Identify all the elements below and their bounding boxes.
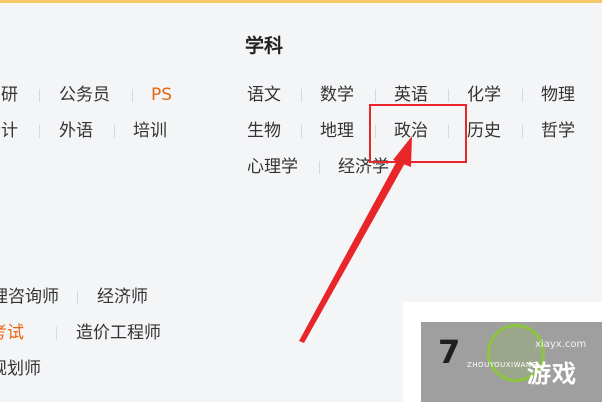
- category-link-counselor[interactable]: 理咨询师: [0, 286, 59, 308]
- subject-link-chinese[interactable]: 语文: [247, 84, 281, 106]
- separator: [39, 89, 40, 102]
- subject-link-english[interactable]: 英语: [394, 84, 428, 106]
- separator: [114, 125, 115, 138]
- subject-link-psychology[interactable]: 心理学: [247, 156, 298, 178]
- separator: [77, 291, 78, 304]
- watermark-game-text: 游戏: [527, 360, 577, 388]
- separator: [375, 89, 376, 102]
- category-link-civil-servant[interactable]: 公务员: [59, 84, 110, 106]
- subject-heading: 学科: [245, 35, 284, 57]
- separator: [375, 125, 376, 138]
- separator: [301, 125, 302, 138]
- category-link-accounting[interactable]: 会计: [0, 120, 18, 142]
- subject-link-physics[interactable]: 物理: [541, 84, 575, 106]
- watermark-number: 7: [438, 333, 461, 371]
- category-link-foreign-language[interactable]: 外语: [59, 120, 93, 142]
- category-link-training[interactable]: 培训: [133, 120, 167, 142]
- subject-link-math[interactable]: 数学: [320, 84, 354, 106]
- subject-link-economics[interactable]: 经济学: [338, 156, 389, 178]
- category-link-economist[interactable]: 经济师: [97, 286, 148, 308]
- subject-link-history[interactable]: 历史: [467, 120, 501, 142]
- separator: [301, 89, 302, 102]
- separator: [56, 327, 57, 340]
- subject-link-philosophy[interactable]: 哲学: [541, 120, 575, 142]
- separator: [522, 89, 523, 102]
- category-link-exam[interactable]: 考试: [0, 322, 24, 344]
- subject-link-biology[interactable]: 生物: [247, 120, 281, 142]
- subject-link-geography[interactable]: 地理: [320, 120, 354, 142]
- separator: [448, 125, 449, 138]
- separator: [132, 89, 133, 102]
- category-link-cost-engineer[interactable]: 造价工程师: [76, 322, 161, 344]
- separator: [39, 125, 40, 138]
- category-link-planner[interactable]: 规划师: [0, 358, 41, 380]
- top-accent-bar: [0, 0, 602, 3]
- separator: [319, 161, 320, 174]
- separator: [522, 125, 523, 138]
- watermark-site: xiayx.com: [535, 339, 587, 350]
- subject-link-politics[interactable]: 政治: [394, 120, 428, 142]
- separator: [448, 89, 449, 102]
- category-link-ps[interactable]: PS: [151, 84, 172, 106]
- subject-link-chemistry[interactable]: 化学: [467, 84, 501, 106]
- category-link-kaoyan[interactable]: 考研: [0, 84, 18, 106]
